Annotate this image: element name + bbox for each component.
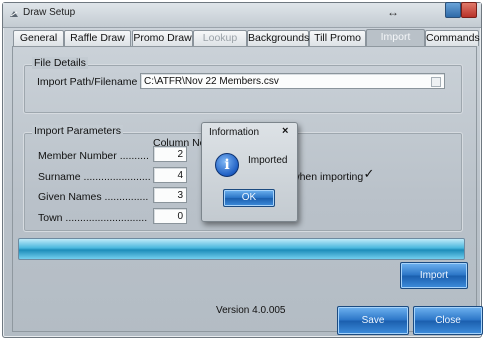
import-button[interactable]: Import: [400, 262, 468, 289]
import-path-value: C:\ATFR\Nov 22 Members.csv: [144, 76, 279, 87]
member-number-label: Member Number ..........: [38, 150, 149, 162]
import-path-input[interactable]: C:\ATFR\Nov 22 Members.csv: [140, 73, 445, 89]
version-label: Version 4.0.005: [216, 305, 286, 316]
town-label: Town ............................: [38, 212, 148, 224]
dialog-close-icon[interactable]: ×: [282, 125, 288, 137]
given-names-column-input[interactable]: 3: [153, 187, 187, 203]
import-path-label: Import Path/Filename: [37, 76, 138, 88]
tab-import[interactable]: Import: [366, 29, 425, 47]
close-button[interactable]: Close: [413, 306, 483, 335]
dialog-message: Imported: [248, 155, 288, 166]
information-dialog: Information × i Imported OK: [201, 122, 298, 222]
member-number-column-input[interactable]: 2: [153, 146, 187, 162]
window-title: Draw Setup: [23, 7, 76, 18]
dialog-ok-button[interactable]: OK: [223, 189, 275, 207]
town-column-input[interactable]: 0: [153, 208, 187, 224]
dialog-title: Information: [209, 127, 260, 138]
file-details-group: File Details: [23, 57, 463, 114]
tab-backgrounds[interactable]: Backgrounds: [247, 30, 309, 46]
surname-column-input[interactable]: 4: [153, 167, 187, 183]
tab-raffle-draw[interactable]: Raffle Draw: [64, 30, 131, 46]
browse-icon[interactable]: [431, 77, 441, 87]
title-bar: Draw Setup ↔: [3, 2, 481, 28]
info-icon: i: [215, 153, 239, 177]
file-details-title: File Details: [32, 57, 88, 69]
tab-lookup: Lookup: [193, 30, 247, 46]
given-names-label: Given Names ...............: [38, 191, 149, 203]
import-option-checkbox[interactable]: ✓: [362, 167, 376, 181]
tab-promo-draw[interactable]: Promo Draw: [132, 30, 193, 46]
window-close-button[interactable]: [461, 2, 477, 18]
import-progress-bar: [18, 238, 465, 260]
import-parameters-title: Import Parameters: [32, 125, 123, 137]
app-icon: [10, 11, 18, 17]
minimize-button[interactable]: [445, 2, 461, 18]
tab-commands[interactable]: Commands: [425, 30, 480, 46]
tab-till-promo[interactable]: Till Promo: [309, 30, 366, 46]
surname-label: Surname .......................: [38, 171, 151, 183]
tab-general[interactable]: General: [13, 30, 64, 46]
import-option-label: when importing: [292, 171, 364, 183]
save-button[interactable]: Save: [337, 306, 409, 335]
resize-arrows-icon: ↔: [387, 5, 399, 19]
